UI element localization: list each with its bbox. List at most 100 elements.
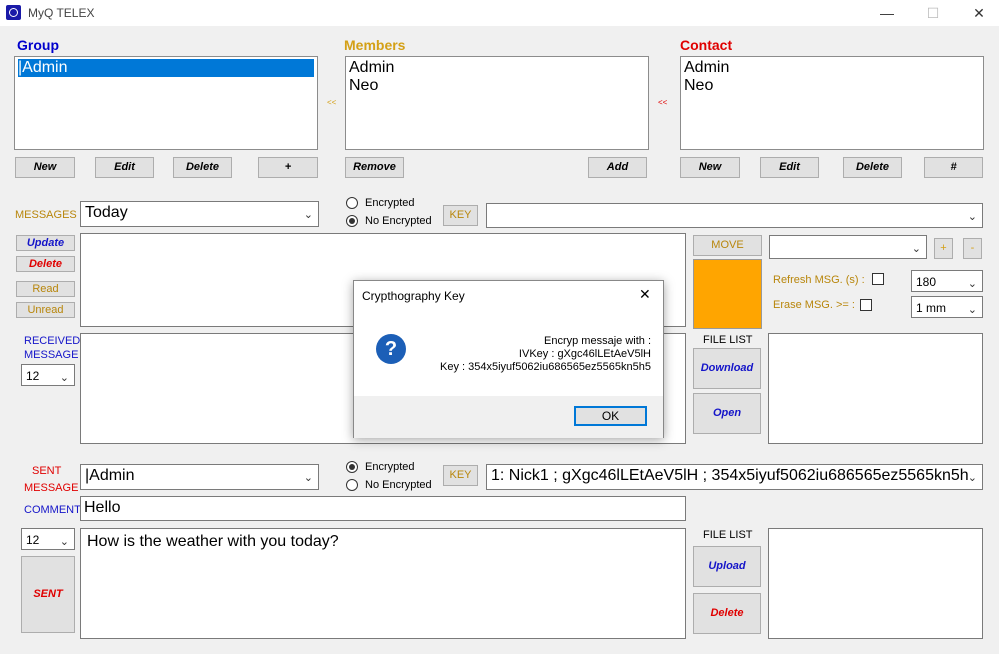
sent-font-size-value: 12 [26, 533, 40, 547]
crypto-key-dialog: Crypthography Key ✕ ? Encryp messaje wit… [353, 280, 664, 438]
font-increase-button[interactable]: + [934, 238, 953, 259]
font-decrease-button[interactable]: - [963, 238, 982, 259]
recipient-value: |Admin [85, 467, 135, 484]
members-list[interactable]: Admin Neo [345, 56, 649, 150]
received-label-line2: MESSAGE [24, 349, 79, 361]
dialog-line3: Key : 354x5iyuf5062iu686565ez5565kn5h5 [439, 361, 651, 373]
messages-key-button[interactable]: KEY [443, 205, 478, 226]
contact-edit-button[interactable]: Edit [760, 157, 819, 178]
recipient-select[interactable]: |Admin ⌄ [80, 464, 319, 490]
title-bar [0, 0, 999, 26]
minimize-icon[interactable]: — [877, 3, 897, 23]
group-list[interactable]: |Admin [14, 56, 318, 150]
members-list-item[interactable]: Admin [349, 59, 645, 77]
sent-label-line2: MESSAGE [24, 482, 79, 494]
close-icon[interactable]: ✕ [969, 3, 989, 23]
received-font-size-value: 12 [26, 369, 40, 383]
contact-to-members-arrow[interactable]: << [658, 98, 667, 107]
members-list-item[interactable]: Neo [349, 77, 645, 95]
window-title: MyQ TELEX [28, 6, 95, 20]
send-button[interactable]: SENT [21, 556, 75, 633]
chevron-down-icon: ⌄ [967, 469, 977, 487]
delete-message-button[interactable]: Delete [16, 256, 75, 272]
update-button[interactable]: Update [16, 235, 75, 251]
chevron-down-icon: ⌄ [967, 278, 977, 290]
delete-file-button[interactable]: Delete [693, 593, 761, 634]
open-button[interactable]: Open [693, 393, 761, 434]
received-font-size-select[interactable]: 12 ⌄ [21, 364, 75, 386]
received-label-line1: RECEIVED [24, 335, 81, 347]
message-compose-text[interactable]: How is the weather with you today? [80, 528, 686, 639]
refresh-label: Refresh MSG. (s) : [773, 274, 865, 286]
chevron-down-icon: ⌄ [967, 304, 977, 316]
messages-filter-value: Today [85, 204, 128, 221]
members-remove-button[interactable]: Remove [345, 157, 404, 178]
read-button[interactable]: Read [16, 281, 75, 297]
comment-label: COMMENT [24, 504, 81, 516]
erase-value: 1 mm [916, 301, 946, 315]
download-button[interactable]: Download [693, 348, 761, 389]
sent-label-line1: SENT [32, 465, 62, 477]
app-logo-icon [6, 5, 21, 20]
sent-file-list[interactable] [768, 528, 983, 639]
sent-font-size-select[interactable]: 12 ⌄ [21, 528, 75, 550]
unread-button[interactable]: Unread [16, 302, 75, 318]
contact-list-item[interactable]: Admin [684, 59, 980, 77]
group-edit-button[interactable]: Edit [95, 157, 154, 178]
contact-list[interactable]: Admin Neo [680, 56, 984, 150]
dialog-line2: IVKey : gXgc46lLEtAeV5lH [518, 348, 651, 360]
chevron-down-icon: ⌄ [967, 211, 977, 223]
sent-key-button[interactable]: KEY [443, 465, 478, 486]
received-file-list-label: FILE LIST [703, 334, 753, 346]
group-new-button[interactable]: New [15, 157, 75, 178]
sent-key-select[interactable]: 1: Nick1 ; gXgc46lLEtAeV5lH ; 354x5iyuf5… [486, 464, 983, 490]
dialog-ok-button[interactable]: OK [574, 406, 647, 426]
group-list-item[interactable]: |Admin [18, 59, 314, 77]
group-to-members-arrow[interactable]: << [327, 98, 336, 107]
members-add-button[interactable]: Add [588, 157, 647, 178]
move-button[interactable]: MOVE [693, 235, 762, 256]
received-file-list[interactable] [768, 333, 983, 444]
dialog-title: Crypthography Key [362, 289, 465, 303]
dialog-close-icon[interactable]: ✕ [639, 286, 651, 303]
dialog-line1: Encryp messaje with : [544, 335, 651, 347]
group-add-button[interactable]: + [258, 157, 318, 178]
messages-key-select[interactable]: ⌄ [486, 203, 983, 228]
sent-no-encrypted-label: No Encrypted [365, 479, 432, 491]
erase-checkbox[interactable] [860, 299, 872, 311]
members-title: Members [344, 37, 406, 53]
chevron-down-icon: ⌄ [59, 372, 69, 384]
messages-encrypted-label: Encrypted [365, 197, 415, 209]
status-indicator [693, 259, 762, 329]
group-delete-button[interactable]: Delete [173, 157, 232, 178]
dialog-message: Encryp messaje with : IVKey : gXgc46lLEt… [414, 335, 651, 374]
chevron-down-icon: ⌄ [303, 209, 313, 221]
contact-delete-button[interactable]: Delete [843, 157, 902, 178]
refresh-select[interactable]: 180 ⌄ [911, 270, 983, 292]
sent-key-value: 1: Nick1 ; gXgc46lLEtAeV5lH ; 354x5iyuf5… [491, 467, 978, 484]
maximize-icon[interactable]: ☐ [923, 3, 943, 23]
sent-encrypted-label: Encrypted [365, 461, 415, 473]
chevron-down-icon: ⌄ [59, 536, 69, 548]
messages-label: MESSAGES [15, 209, 77, 221]
upload-button[interactable]: Upload [693, 546, 761, 587]
comment-input[interactable]: Hello [80, 496, 686, 521]
contact-list-item[interactable]: Neo [684, 77, 980, 95]
messages-no-encrypted-radio[interactable] [346, 215, 358, 227]
refresh-checkbox[interactable] [872, 273, 884, 285]
contact-hash-button[interactable]: # [924, 157, 983, 178]
erase-select[interactable]: 1 mm ⌄ [911, 296, 983, 318]
chevron-down-icon: ⌄ [303, 472, 313, 484]
erase-label: Erase MSG. >= : [773, 299, 855, 311]
contact-title: Contact [680, 37, 733, 53]
contact-new-button[interactable]: New [680, 157, 740, 178]
sent-no-encrypted-radio[interactable] [346, 479, 358, 491]
sent-file-list-label: FILE LIST [703, 529, 753, 541]
group-title: Group [17, 37, 59, 53]
messages-encrypted-radio[interactable] [346, 197, 358, 209]
move-target-select[interactable]: ⌄ [769, 235, 927, 259]
question-icon: ? [376, 334, 406, 364]
messages-no-encrypted-label: No Encrypted [365, 215, 432, 227]
sent-encrypted-radio[interactable] [346, 461, 358, 473]
messages-filter-select[interactable]: Today ⌄ [80, 201, 319, 227]
